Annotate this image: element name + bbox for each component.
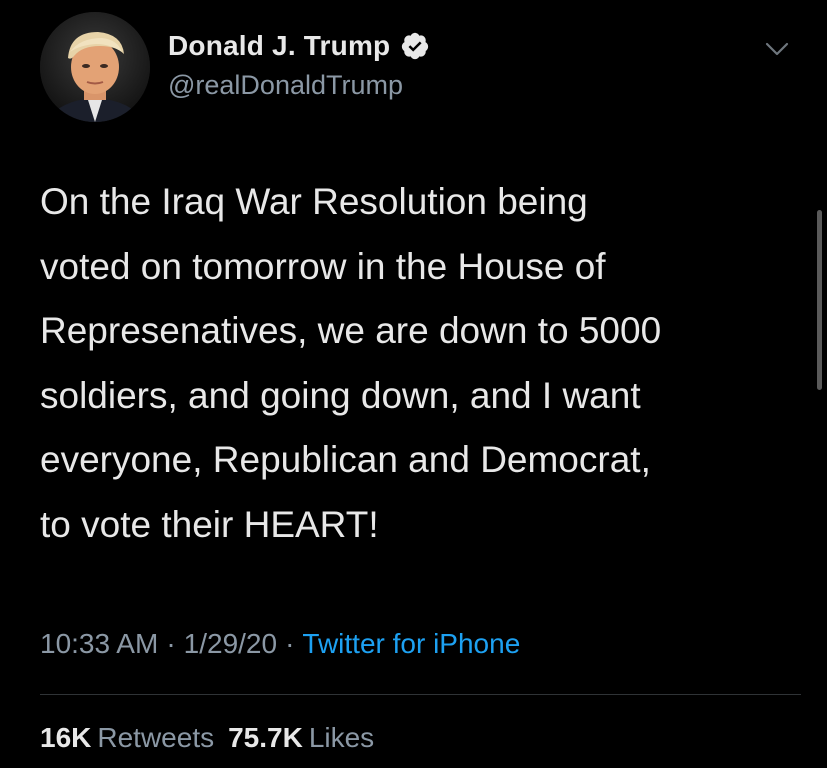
profile-photo-icon xyxy=(40,12,150,122)
display-name[interactable]: Donald J. Trump xyxy=(168,30,390,62)
author-name-row[interactable]: Donald J. Trump xyxy=(168,28,430,64)
meta-separator: · xyxy=(166,628,176,659)
tweet-text-line: voted on tomorrow in the House of xyxy=(40,245,606,287)
tweet-text-line: to vote their HEART! xyxy=(40,503,379,545)
tweet-source-link[interactable]: Twitter for iPhone xyxy=(302,628,520,659)
divider xyxy=(40,694,801,695)
scrollbar[interactable] xyxy=(817,210,822,390)
tweet-text: On the Iraq War Resolution being voted o… xyxy=(40,170,800,557)
tweet-stats: 16K Retweets 75.7K Likes xyxy=(40,722,374,754)
likes-stat[interactable]: 75.7K Likes xyxy=(228,722,374,753)
verified-badge-icon xyxy=(402,32,429,60)
tweet-time[interactable]: 10:33 AM xyxy=(40,628,158,659)
likes-count: 75.7K xyxy=(228,722,303,753)
tweet-date[interactable]: 1/29/20 xyxy=(184,628,277,659)
retweets-label: Retweets xyxy=(97,722,215,753)
retweets-stat[interactable]: 16K Retweets xyxy=(40,722,214,753)
handle[interactable]: @realDonaldTrump xyxy=(168,70,403,101)
tweet-detail: Donald J. Trump @realDonaldTrump On the … xyxy=(0,0,827,768)
tweet-text-line: Represenatives, we are down to 5000 xyxy=(40,310,662,351)
meta-separator: · xyxy=(285,628,295,659)
likes-label: Likes xyxy=(308,722,375,753)
tweet-text-line: soldiers, and going down, and I want xyxy=(40,374,641,416)
tweet-meta: 10:33 AM · 1/29/20 · Twitter for iPhone xyxy=(40,628,520,660)
avatar[interactable] xyxy=(40,12,150,122)
retweets-count: 16K xyxy=(40,722,92,753)
chevron-down-icon[interactable] xyxy=(762,34,792,64)
tweet-text-line: everyone, Republican and Democrat, xyxy=(40,439,651,480)
tweet-text-line: On the Iraq War Resolution being xyxy=(40,181,588,222)
